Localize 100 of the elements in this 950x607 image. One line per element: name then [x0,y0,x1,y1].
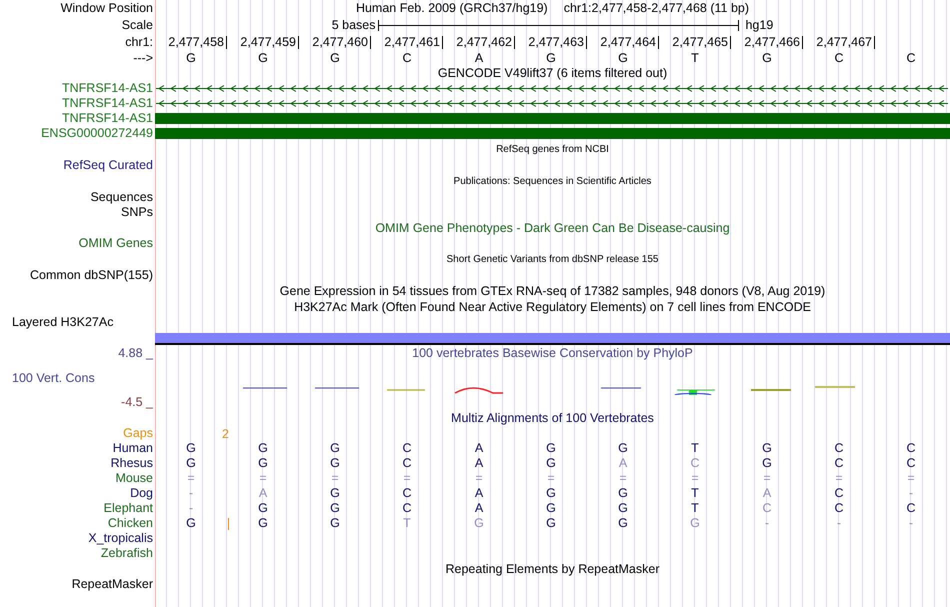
base-letter: = [259,470,267,488]
base-letter: G [546,50,556,67]
base-letter: C [834,500,844,518]
track-label: OMIM Genes [78,235,153,252]
species-label: Zebrafish [100,545,153,562]
base-letter: A [618,455,628,472]
scale-text: 5 bases [332,17,376,34]
track-label: chr1: [125,34,153,52]
assembly-text: hg19 [745,17,774,34]
base-letter: A [762,485,772,502]
position-label: 2,477,464 [600,36,659,49]
gene-label: TNFRSF14-AS1 [62,95,153,112]
base-letter: C [402,440,412,458]
position-title: chr1:2,477,458-2,477,468 (11 bp) [564,0,750,18]
base-letter: G [258,515,268,532]
base-letter: = [907,470,915,488]
base-letter: = [691,470,699,488]
gene-label: TNFRSF14-AS1 [62,110,153,128]
species-label: Mouse [115,470,153,488]
species-label: Rhesus [110,455,153,472]
base-letter: A [474,440,484,458]
base-letter: C [402,455,412,472]
base-letter: - [188,500,194,518]
base-letter: G [618,50,628,67]
base-letter: G [618,515,628,532]
base-letter: C [402,485,412,502]
axis-label: 4.88 _ [118,345,153,362]
base-letter: C [906,455,916,472]
track-label: Gaps [123,425,153,442]
track-title: OMIM Gene Phenotypes - Dark Green Can Be Disease-causing [375,220,730,237]
base-letter: = [475,470,483,488]
track-title: Gene Expression in 54 tissues from GTEx RNA-seq of 17382 samples, 948 donors (V8, Aug 2019) [280,282,826,300]
base-letter: T [691,50,699,67]
base-letter: = [403,470,411,488]
track-label: RepeatMasker [72,576,153,594]
track-label: RefSeq Curated [63,157,153,174]
position-label: 2,477,467 [816,36,875,49]
base-letter: G [690,515,700,532]
base-letter: G [330,50,340,67]
base-letter: G [258,50,268,67]
track-label: SNPs [121,204,153,222]
base-letter: C [690,455,700,472]
base-letter: G [474,515,484,532]
base-letter: = [619,470,627,488]
position-label: 2,477,465 [672,36,731,49]
base-letter: - [908,515,914,532]
track-label: 100 Vert. Cons [12,370,95,387]
base-letter: T [691,500,699,518]
gap-count: 2 [222,428,229,440]
position-label: 2,477,459 [240,36,299,49]
base-letter: G [618,440,628,458]
base-letter: G [546,455,556,472]
base-letter: G [258,440,268,458]
track-title: Publications: Sequences in Scientific Articles [454,175,652,189]
position-label: 2,477,458 [168,36,227,49]
gene-label: ENSG00000272449 [41,125,153,142]
base-letter: G [186,455,196,472]
track-title: Multiz Alignments of 100 Vertebrates [451,410,654,427]
base-letter: G [546,485,556,502]
base-letter: C [834,440,844,458]
axis-label: -4.5 _ [121,394,153,412]
base-letter: - [764,515,770,532]
base-letter: G [186,515,196,532]
base-letter: C [906,500,916,518]
track-title: Short Genetic Variants from dbSNP release 155 [446,253,658,267]
species-label: Dog [130,485,153,502]
base-letter: G [330,485,340,502]
species-label: Elephant [104,500,153,518]
base-letter: T [691,440,699,458]
base-letter: C [834,50,844,67]
base-letter: = [835,470,843,488]
species-label: Human [112,440,153,458]
base-letter: G [258,455,268,472]
track-title: GENCODE V49lift37 (6 items filtered out) [438,64,668,82]
base-letter: G [546,515,556,532]
base-letter: T [403,515,411,532]
base-letter: A [474,50,484,67]
base-letter: A [258,485,268,502]
species-label: Chicken [108,515,153,532]
track-title: H3K27Ac Mark (Often Found Near Active Regulatory Elements) on 7 cell lines from ENCODE [294,298,811,316]
base-letter: = [547,470,555,488]
base-letter: G [186,440,196,458]
base-letter: C [402,50,412,67]
base-letter: - [836,515,842,532]
assembly-title: Human Feb. 2009 (GRCh37/hg19) [356,0,548,18]
species-label: X_tropicalis [88,530,153,548]
base-letter: = [187,470,195,488]
base-letter: = [763,470,771,488]
gene-label: TNFRSF14-AS1 [62,80,153,98]
base-letter: A [474,455,484,472]
position-label: 2,477,461 [384,36,443,49]
position-label: 2,477,462 [456,36,515,49]
base-letter: G [618,485,628,502]
base-letter: G [186,50,196,67]
base-letter: G [762,455,772,472]
base-letter: = [331,470,339,488]
base-letter: C [906,50,916,67]
base-letter: G [762,50,772,67]
base-letter: G [546,500,556,518]
position-label: 2,477,466 [744,36,803,49]
